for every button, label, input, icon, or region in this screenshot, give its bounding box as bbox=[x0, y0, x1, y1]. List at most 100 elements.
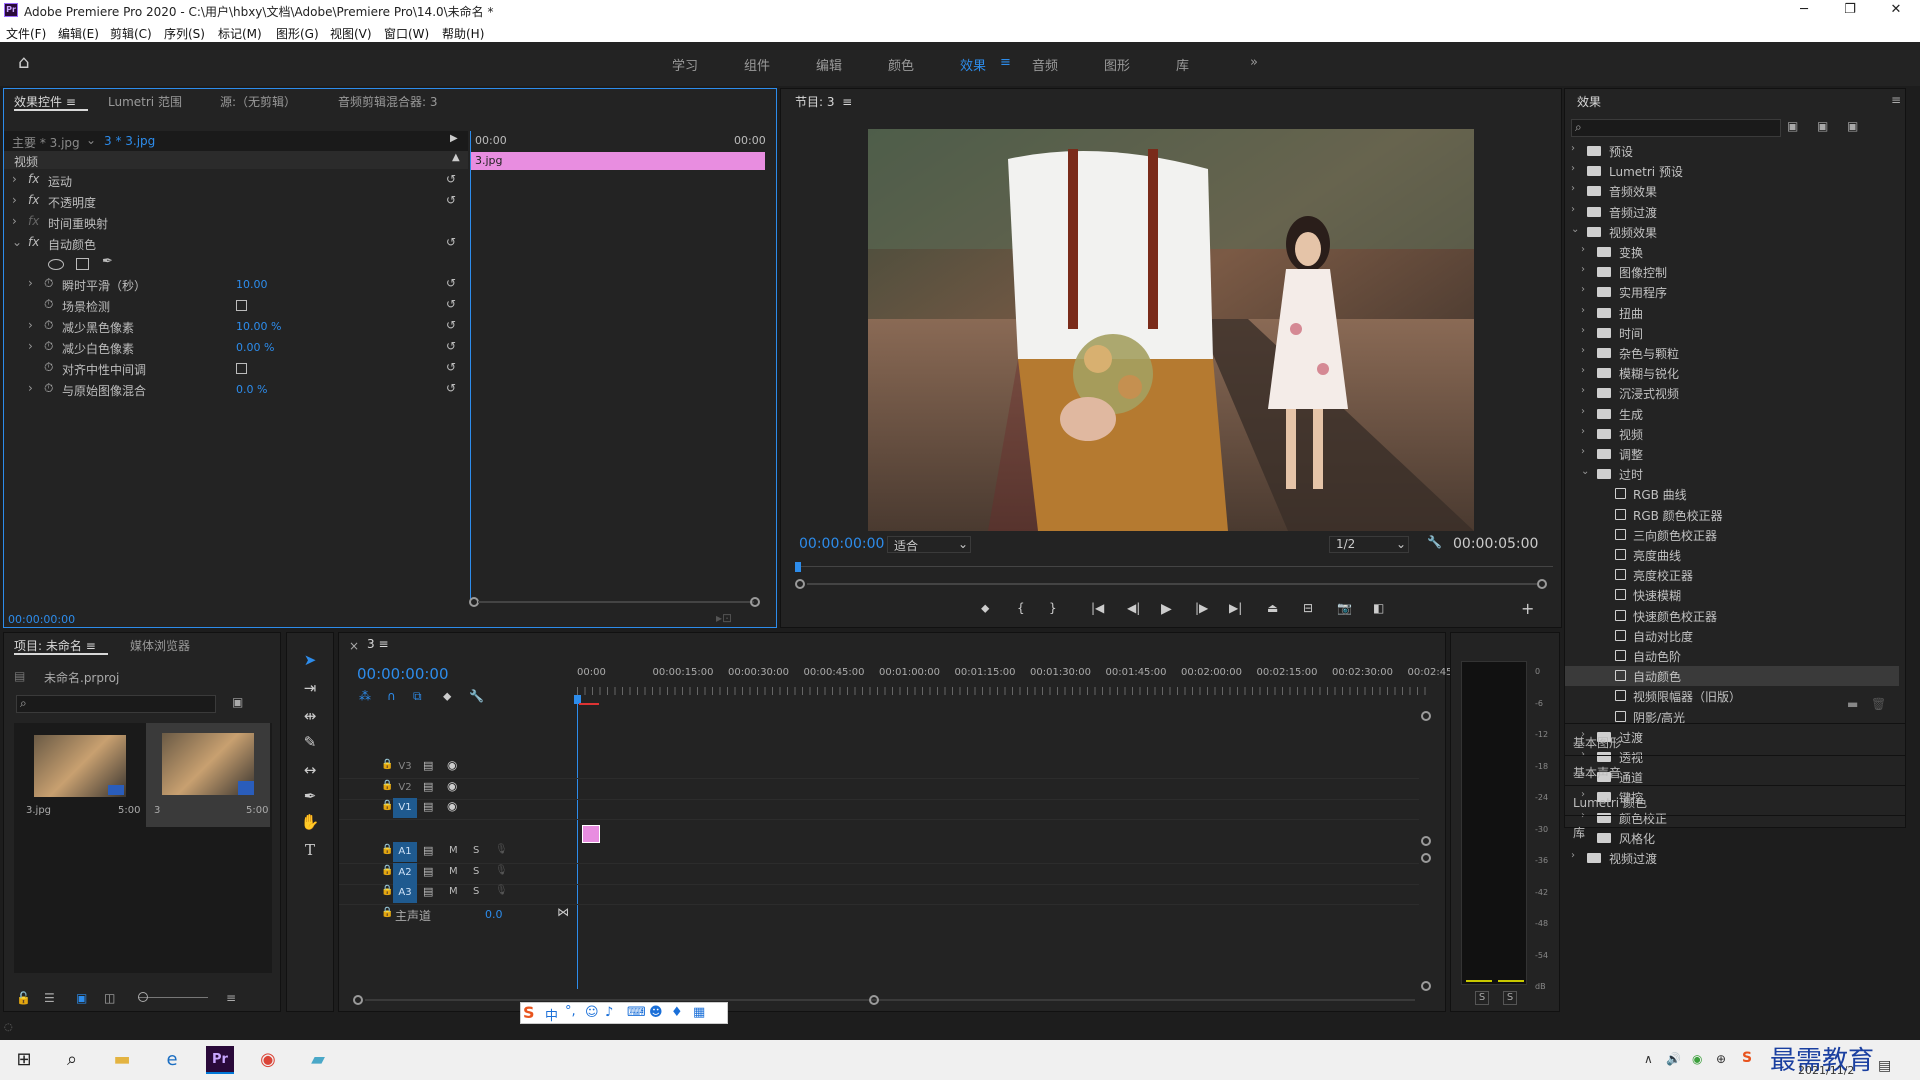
volume-icon[interactable]: 🔊 bbox=[1666, 1052, 1681, 1066]
track-lock-icon[interactable]: 🔒 bbox=[381, 844, 393, 855]
param-row[interactable]: ⏱ 场景检测 ↺ bbox=[4, 297, 468, 314]
sync-lock-icon[interactable]: ▤ bbox=[423, 759, 433, 772]
effects-folder[interactable]: › 调整 bbox=[1565, 444, 1899, 464]
effects-folder[interactable]: › Lumetri 预设 bbox=[1565, 161, 1899, 181]
fx-badge-icon[interactable]: fx bbox=[28, 235, 39, 249]
stopwatch-icon[interactable]: ⏱ bbox=[44, 276, 53, 291]
panel-menu-icon[interactable]: ≡ bbox=[1891, 93, 1901, 107]
stopwatch-icon[interactable]: ⏱ bbox=[44, 297, 53, 312]
find-icon[interactable]: ▣ bbox=[232, 695, 243, 709]
voiceover-record-icon[interactable]: 🎙 bbox=[495, 885, 508, 896]
sequence-clip-label[interactable]: 3 * 3.jpg bbox=[104, 134, 155, 148]
ec-zoom-bar[interactable] bbox=[478, 601, 754, 603]
panel-menu-icon[interactable]: ≡ bbox=[86, 639, 96, 653]
menu-edit[interactable]: 编辑(E) bbox=[58, 25, 99, 42]
param-row[interactable]: › ⏱ 减少黑色像素 10.00 % ↺ bbox=[4, 318, 468, 335]
tab-audio-clip-mixer[interactable]: 音频剪辑混合器: 3 bbox=[338, 93, 438, 110]
collapse-arrow-icon[interactable]: ⌄ bbox=[1581, 466, 1589, 477]
reset-icon[interactable]: ↺ bbox=[446, 172, 456, 186]
expand-arrow-icon[interactable]: › bbox=[1581, 345, 1585, 356]
new-folder-icon[interactable]: ▬ bbox=[1847, 697, 1858, 711]
effects-item[interactable]: 亮度曲线 bbox=[1565, 545, 1899, 565]
effects-search-field[interactable]: ⌕ bbox=[1571, 119, 1781, 137]
project-item-selected[interactable]: 3 5:00 bbox=[146, 723, 270, 827]
minimize-button[interactable]: ─ bbox=[1784, 2, 1824, 20]
ime-keyboard-icon[interactable]: ⌨ bbox=[627, 1005, 646, 1020]
param-value[interactable]: 10.00 % bbox=[236, 320, 281, 333]
expand-arrow-icon[interactable]: › bbox=[1571, 163, 1575, 174]
panel-menu-icon[interactable]: ≡ bbox=[378, 637, 388, 651]
ellipse-mask-icon[interactable] bbox=[48, 259, 64, 270]
expand-arrow-icon[interactable]: › bbox=[12, 193, 17, 207]
effects-folder[interactable]: › 音频效果 bbox=[1565, 181, 1899, 201]
section-libraries[interactable]: 库 bbox=[1573, 824, 1585, 841]
voiceover-record-icon[interactable]: 🎙 bbox=[495, 844, 508, 855]
network-icon[interactable]: ⊕ bbox=[1716, 1052, 1726, 1066]
nest-icon[interactable]: ⁂ bbox=[359, 689, 371, 703]
tab-effect-controls[interactable]: 效果控件 ≡ bbox=[14, 93, 76, 110]
expand-arrow-icon[interactable]: › bbox=[28, 276, 33, 290]
track-lock-icon[interactable]: 🔒 bbox=[381, 865, 393, 876]
ime-skin-icon[interactable]: ♦ bbox=[671, 1005, 683, 1020]
collapse-icon[interactable]: ▲ bbox=[452, 152, 460, 163]
effects-folder[interactable]: › 实用程序 bbox=[1565, 282, 1899, 302]
voiceover-record-icon[interactable]: 🎙 bbox=[495, 865, 508, 876]
effects-folder[interactable]: › 杂色与颗粒 bbox=[1565, 343, 1899, 363]
expand-arrow-icon[interactable]: › bbox=[28, 318, 33, 332]
effects-folder[interactable]: › 预设 bbox=[1565, 141, 1899, 161]
workspace-more-button[interactable]: » bbox=[1250, 55, 1258, 70]
track-select-tool-icon[interactable]: ⇥ bbox=[299, 679, 321, 701]
close-sequence-icon[interactable]: × bbox=[349, 639, 359, 653]
a-scroll-handle-bottom[interactable] bbox=[1421, 981, 1431, 991]
step-forward-icon[interactable]: |▶ bbox=[1195, 601, 1208, 615]
fit-dropdown[interactable]: 适合 ⌄ bbox=[887, 536, 971, 553]
effects-item[interactable]: 快速颜色校正器 bbox=[1565, 606, 1899, 626]
effects-item[interactable]: RGB 曲线 bbox=[1565, 484, 1899, 504]
param-value[interactable]: 0.0 % bbox=[236, 383, 267, 396]
home-icon[interactable]: ⌂ bbox=[18, 52, 29, 73]
expand-arrow-icon[interactable]: › bbox=[1581, 365, 1585, 376]
param-row[interactable]: › ⏱ 瞬时平滑（秒） 10.00 ↺ bbox=[4, 276, 468, 293]
track-target-a1[interactable]: A1 bbox=[393, 842, 417, 862]
effects-item[interactable]: 快速模糊 bbox=[1565, 585, 1899, 605]
freeform-view-icon[interactable]: ◫ bbox=[104, 991, 115, 1005]
toggle-output-eye-icon[interactable]: ◉ bbox=[447, 779, 457, 793]
effect-row-auto-color[interactable]: ⌄ fx 自动颜色 ↺ bbox=[4, 235, 468, 252]
effects-folder[interactable]: › 扭曲 bbox=[1565, 303, 1899, 323]
step-back-icon[interactable]: ◀| bbox=[1127, 601, 1140, 615]
add-marker-icon[interactable]: ⬥ bbox=[443, 689, 451, 704]
reset-icon[interactable]: ↺ bbox=[446, 235, 456, 249]
project-item[interactable]: 3.jpg 5:00 bbox=[22, 731, 140, 825]
expand-arrow-icon[interactable]: › bbox=[12, 214, 17, 228]
ec-clip-bar[interactable]: 3.jpg bbox=[471, 152, 765, 170]
menu-file[interactable]: 文件(F) bbox=[6, 25, 46, 42]
master-clip-label[interactable]: 主要 * 3.jpg bbox=[12, 134, 80, 151]
effects-search-input[interactable] bbox=[1588, 120, 1778, 136]
reset-icon[interactable]: ↺ bbox=[446, 276, 456, 290]
effects-folder[interactable]: › 图像控制 bbox=[1565, 262, 1899, 282]
workspace-tab-color[interactable]: 颜色 bbox=[888, 55, 914, 74]
fx-badge-icon[interactable]: fx bbox=[28, 172, 39, 186]
effects-item[interactable]: 亮度校正器 bbox=[1565, 565, 1899, 585]
effects-folder[interactable]: › 沉浸式视频 bbox=[1565, 383, 1899, 403]
effects-folder[interactable]: › 模糊与锐化 bbox=[1565, 363, 1899, 383]
ime-emoji-icon[interactable]: ☺ bbox=[585, 1005, 599, 1020]
ec-timecode[interactable]: 00:00:00:00 bbox=[8, 613, 75, 626]
export-icon[interactable]: ▸⊡ bbox=[716, 611, 732, 625]
workspace-tab-libraries[interactable]: 库 bbox=[1176, 55, 1189, 74]
effects-item[interactable]: 三向颜色校正器 bbox=[1565, 525, 1899, 545]
project-search-field[interactable]: ⌕ bbox=[16, 695, 216, 713]
stopwatch-icon[interactable]: ⏱ bbox=[44, 381, 53, 396]
a-scroll-handle-top[interactable] bbox=[1421, 853, 1431, 863]
program-timecode[interactable]: 00:00:00:00 bbox=[799, 536, 884, 552]
expand-arrow-icon[interactable]: › bbox=[1571, 183, 1575, 194]
workspace-tab-editing[interactable]: 编辑 bbox=[816, 55, 842, 74]
effects-folder[interactable]: › 音频过渡 bbox=[1565, 202, 1899, 222]
tab-lumetri-scopes[interactable]: Lumetri 范围 bbox=[108, 93, 182, 110]
lift-icon[interactable]: ⏏ bbox=[1267, 601, 1278, 615]
track-lock-icon[interactable]: 🔒 bbox=[381, 885, 393, 896]
tab-sequence[interactable]: 3 ≡ bbox=[367, 637, 389, 651]
effects-folder[interactable]: › 生成 bbox=[1565, 404, 1899, 424]
stopwatch-icon[interactable]: ⏱ bbox=[44, 318, 53, 333]
expand-arrow-icon[interactable]: › bbox=[28, 339, 33, 353]
